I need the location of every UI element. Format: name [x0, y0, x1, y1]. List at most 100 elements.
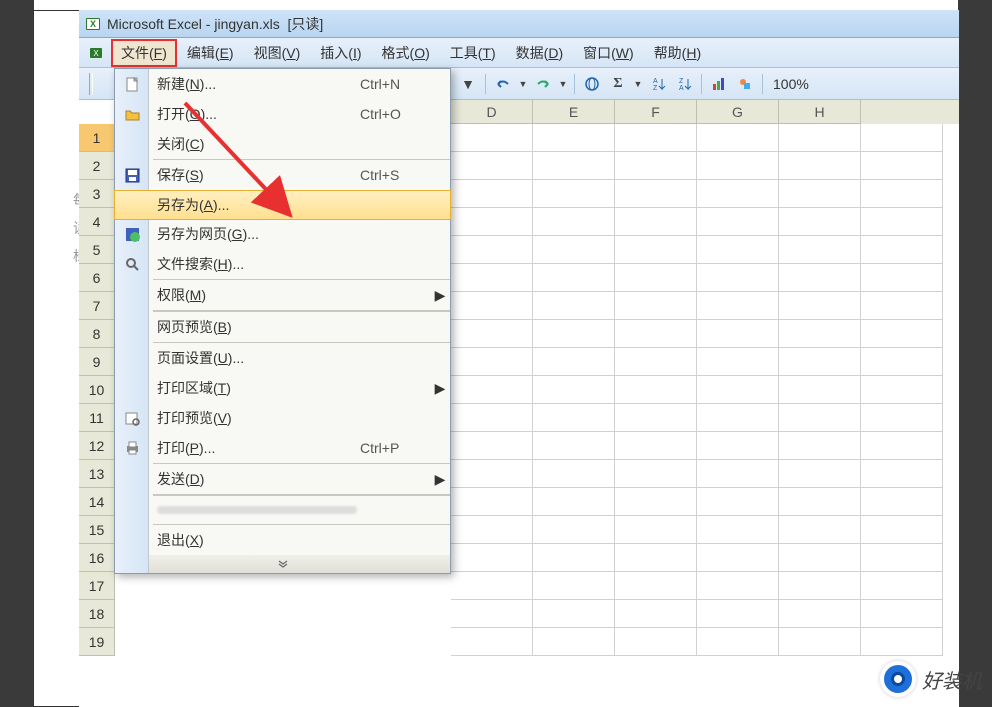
cell[interactable]: [451, 628, 533, 656]
cell[interactable]: [861, 320, 943, 348]
menu-item[interactable]: 打开(O)...Ctrl+O: [115, 99, 450, 129]
cell[interactable]: [697, 208, 779, 236]
row-header[interactable]: 12: [79, 432, 115, 460]
cell[interactable]: [697, 600, 779, 628]
column-header[interactable]: G: [697, 100, 779, 124]
menu-w[interactable]: 窗口(W): [573, 39, 644, 67]
cell[interactable]: [451, 544, 533, 572]
cell[interactable]: [697, 180, 779, 208]
row-header[interactable]: 1: [79, 124, 115, 152]
row-header[interactable]: 9: [79, 348, 115, 376]
cell[interactable]: [615, 208, 697, 236]
cell[interactable]: [861, 124, 943, 152]
cell[interactable]: [451, 124, 533, 152]
cell[interactable]: [779, 600, 861, 628]
cell[interactable]: [861, 152, 943, 180]
row-header[interactable]: 2: [79, 152, 115, 180]
menu-item[interactable]: 页面设置(U)...: [115, 343, 450, 373]
cell[interactable]: [451, 376, 533, 404]
cell[interactable]: [615, 460, 697, 488]
cell[interactable]: [451, 404, 533, 432]
row-header[interactable]: 6: [79, 264, 115, 292]
sort-asc-button[interactable]: AZ: [646, 72, 670, 96]
zoom-value[interactable]: 100%: [767, 76, 815, 92]
menu-f[interactable]: 文件(F): [111, 39, 177, 67]
cell[interactable]: [451, 460, 533, 488]
sort-desc-button[interactable]: ZA: [672, 72, 696, 96]
cell[interactable]: [779, 152, 861, 180]
cell[interactable]: [779, 432, 861, 460]
column-header[interactable]: F: [615, 100, 697, 124]
cell[interactable]: [533, 320, 615, 348]
cell[interactable]: [861, 180, 943, 208]
cell[interactable]: [615, 516, 697, 544]
hyperlink-button[interactable]: [580, 72, 604, 96]
cell[interactable]: [615, 404, 697, 432]
cell[interactable]: [697, 628, 779, 656]
cell[interactable]: [697, 376, 779, 404]
column-header[interactable]: H: [779, 100, 861, 124]
cell[interactable]: [861, 516, 943, 544]
cell[interactable]: [697, 432, 779, 460]
cell[interactable]: [779, 488, 861, 516]
cell[interactable]: [779, 628, 861, 656]
menu-item[interactable]: 另存为(A)...: [114, 190, 451, 220]
cell[interactable]: [533, 628, 615, 656]
menu-o[interactable]: 格式(O): [372, 39, 440, 67]
cell[interactable]: [615, 348, 697, 376]
cell[interactable]: [451, 572, 533, 600]
menu-item[interactable]: 打印预览(V): [115, 403, 450, 433]
cell[interactable]: [861, 572, 943, 600]
cell[interactable]: [779, 572, 861, 600]
cell[interactable]: [861, 264, 943, 292]
menu-item[interactable]: 文件搜索(H)...: [115, 249, 450, 279]
cell[interactable]: [697, 236, 779, 264]
row-header[interactable]: 11: [79, 404, 115, 432]
cell[interactable]: [533, 572, 615, 600]
cell[interactable]: [697, 516, 779, 544]
cell[interactable]: [615, 600, 697, 628]
row-header[interactable]: 8: [79, 320, 115, 348]
cell[interactable]: [451, 152, 533, 180]
cell[interactable]: [779, 544, 861, 572]
cell[interactable]: [697, 320, 779, 348]
cell[interactable]: [861, 348, 943, 376]
cell[interactable]: [451, 292, 533, 320]
cell[interactable]: [779, 208, 861, 236]
redo-button[interactable]: [531, 72, 555, 96]
cell[interactable]: [533, 208, 615, 236]
cell[interactable]: [779, 292, 861, 320]
cell[interactable]: [615, 152, 697, 180]
autosum-button[interactable]: Σ: [606, 72, 630, 96]
cell[interactable]: [615, 264, 697, 292]
menu-item[interactable]: 关闭(C): [115, 129, 450, 159]
menu-d[interactable]: 数据(D): [506, 39, 573, 67]
cell[interactable]: [451, 236, 533, 264]
cell[interactable]: [533, 404, 615, 432]
dropdown-arrow-icon[interactable]: ▼: [632, 72, 644, 96]
chart-button[interactable]: [707, 72, 731, 96]
cell[interactable]: [697, 348, 779, 376]
dropdown-arrow-icon[interactable]: ▼: [517, 72, 529, 96]
cell[interactable]: [779, 348, 861, 376]
row-header[interactable]: 13: [79, 460, 115, 488]
drawing-button[interactable]: [733, 72, 757, 96]
app-menu-icon[interactable]: X: [89, 46, 103, 60]
cell[interactable]: [533, 348, 615, 376]
row-header[interactable]: 19: [79, 628, 115, 656]
cell[interactable]: [451, 488, 533, 516]
cell[interactable]: [779, 404, 861, 432]
dropdown-arrow-icon[interactable]: ▼: [557, 72, 569, 96]
undo-button[interactable]: [491, 72, 515, 96]
menu-item-recent[interactable]: [115, 496, 450, 524]
row-header[interactable]: 18: [79, 600, 115, 628]
cell[interactable]: [533, 152, 615, 180]
cell[interactable]: [779, 124, 861, 152]
cell[interactable]: [615, 376, 697, 404]
cell[interactable]: [615, 628, 697, 656]
cell[interactable]: [779, 236, 861, 264]
cell[interactable]: [861, 628, 943, 656]
cell[interactable]: [451, 348, 533, 376]
cell[interactable]: [861, 376, 943, 404]
cell[interactable]: [533, 124, 615, 152]
